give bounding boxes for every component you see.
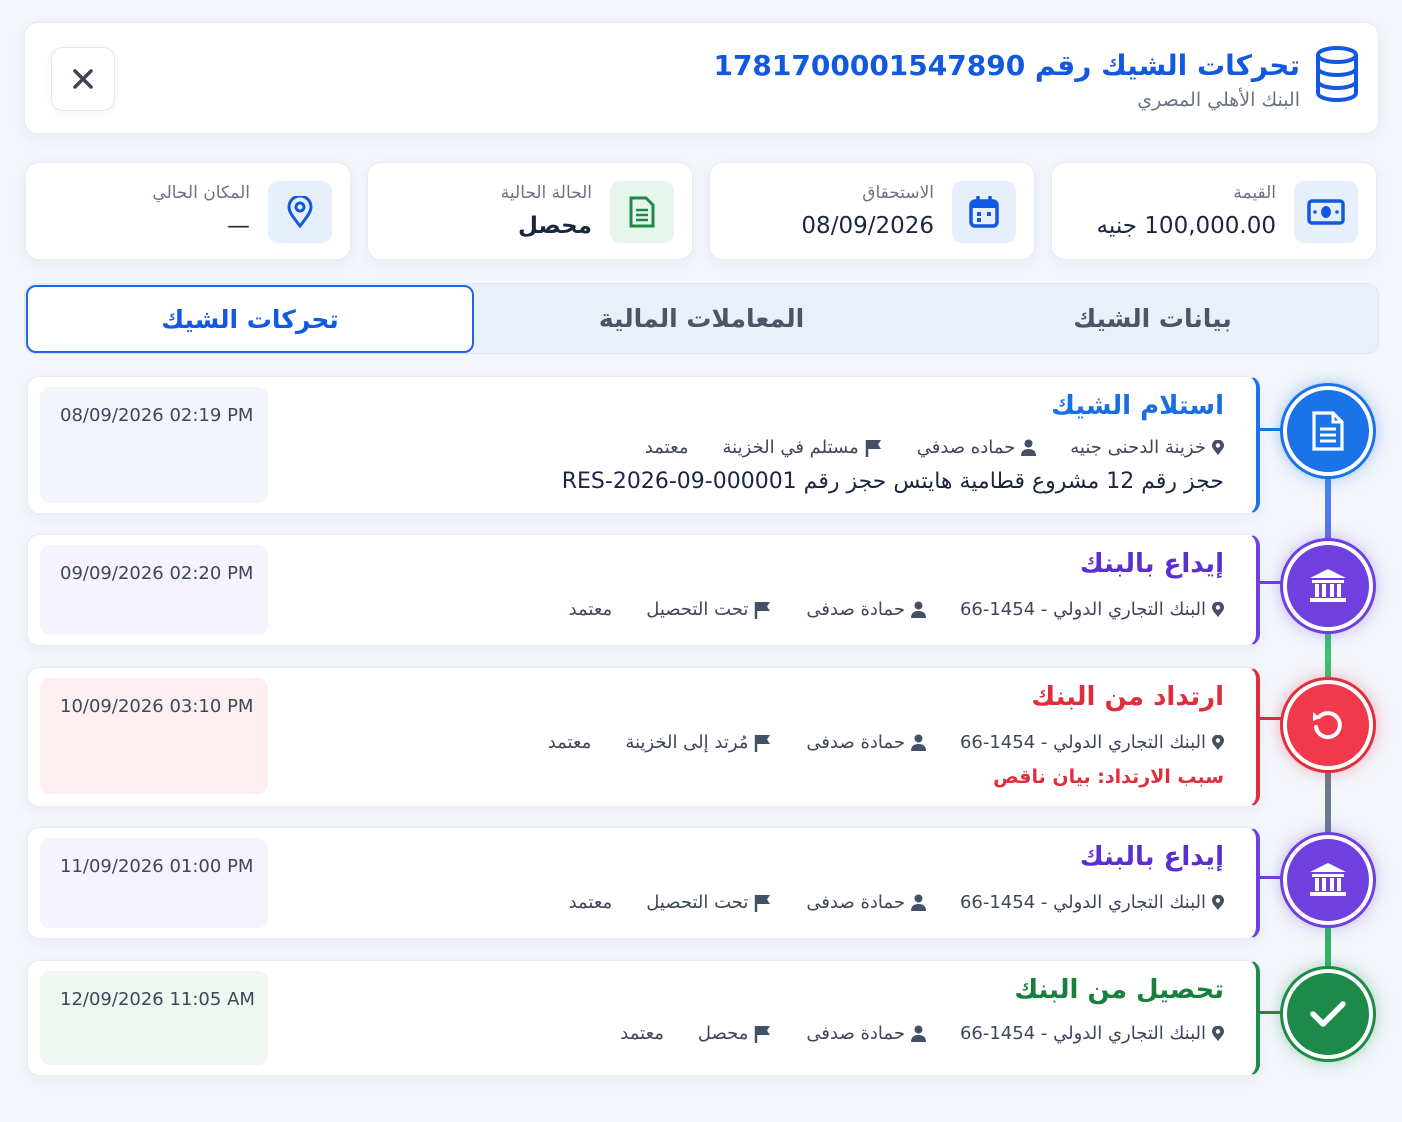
stat-value: 100,000.00 جنيه: [1096, 213, 1276, 239]
event-user: حمادة صدفى: [806, 1023, 926, 1044]
stat-card-status: الحالة الحالية محصل: [367, 162, 693, 260]
timeline-event-bounce[interactable]: 10/09/2026 03:10 PM ارتداد من البنك البن…: [27, 667, 1260, 807]
stat-value: 08/09/2026: [801, 213, 934, 239]
event-note: حجز رقم 12 مشروع قطامية هايتس حجز رقم RE…: [561, 469, 1224, 494]
location-pin-icon: [1212, 601, 1224, 617]
flag-icon: [755, 1025, 771, 1043]
event-status: محصل: [698, 1023, 773, 1044]
close-icon: [73, 69, 93, 89]
timeline-node: [1283, 680, 1373, 770]
event-status: تحت التحصيل: [646, 599, 772, 620]
stat-card-due-date: الاستحقاق 08/09/2026: [709, 162, 1035, 260]
event-title: تحصيل من البنك: [1014, 975, 1224, 1005]
flag-icon: [755, 601, 771, 619]
user-icon: [910, 601, 926, 618]
close-button[interactable]: [51, 47, 115, 111]
page-title: تحركات الشيك رقم 1781700001547890: [713, 49, 1300, 82]
event-meta: البنك التجاري الدولي - 1454-66 حمادة صدف…: [514, 732, 1224, 753]
event-location: البنك التجاري الدولي - 1454-66: [960, 1023, 1224, 1044]
event-approval: معتمد: [568, 599, 613, 620]
event-user: حماده صدفي: [917, 437, 1037, 458]
stat-label: الاستحقاق: [862, 183, 934, 203]
location-pin-icon: [1212, 439, 1224, 455]
tab-financial-transactions[interactable]: المعاملات المالية: [476, 284, 927, 353]
event-title: إيداع بالبنك: [1079, 842, 1224, 872]
location-pin-icon: [1212, 894, 1224, 910]
user-icon: [1021, 439, 1037, 456]
stat-label: الحالة الحالية: [500, 183, 592, 203]
event-timestamp: 11/09/2026 01:00 PM: [40, 838, 268, 928]
timeline-event-collect[interactable]: 12/09/2026 11:05 AM تحصيل من البنك البنك…: [27, 960, 1260, 1076]
bank-icon: [1310, 863, 1346, 896]
event-approval: معتمد: [620, 1023, 664, 1044]
event-location: البنك التجاري الدولي - 1454-66: [960, 892, 1224, 913]
bounce-reason-label: سبب الارتداد:: [1097, 766, 1224, 788]
timeline-node: [1283, 835, 1373, 925]
event-meta: البنك التجاري الدولي - 1454-66 حمادة صدف…: [535, 892, 1224, 913]
location-pin-icon: [1212, 1025, 1224, 1041]
event-status: تحت التحصيل: [646, 892, 772, 913]
event-title: ارتداد من البنك: [1031, 682, 1224, 712]
timeline-node: [1283, 541, 1373, 631]
flag-icon: [865, 439, 881, 457]
event-approval: معتمد: [644, 437, 689, 458]
money-icon: [1294, 181, 1358, 243]
event-meta: البنك التجاري الدولي - 1454-66 حمادة صدف…: [586, 1023, 1224, 1044]
event-title: استلام الشيك: [1051, 391, 1224, 421]
tab-bar: بيانات الشيك المعاملات المالية تحركات ال…: [24, 283, 1379, 354]
stat-card-value: القيمة 100,000.00 جنيه: [1051, 162, 1377, 260]
user-icon: [910, 894, 926, 911]
event-timestamp: 08/09/2026 02:19 PM: [40, 387, 268, 503]
event-approval: معتمد: [547, 732, 592, 753]
flag-icon: [755, 894, 771, 912]
event-location: البنك التجاري الدولي - 1454-66: [960, 732, 1224, 753]
stat-value: محصل: [517, 213, 592, 239]
event-meta: البنك التجاري الدولي - 1454-66 حمادة صدف…: [535, 599, 1224, 620]
bank-name: البنك الأهلي المصري: [1137, 89, 1300, 111]
stat-label: القيمة: [1233, 183, 1276, 203]
flag-icon: [755, 734, 771, 752]
tab-cheque-data[interactable]: بيانات الشيك: [927, 284, 1378, 353]
tab-cheque-movements[interactable]: تحركات الشيك: [26, 285, 474, 353]
bounce-reason: سبب الارتداد: بيان ناقص: [993, 766, 1224, 788]
event-user: حمادة صدفى: [806, 599, 926, 620]
user-icon: [910, 1025, 926, 1042]
bounce-reason-value: بيان ناقص: [993, 766, 1091, 788]
calendar-icon: [952, 181, 1016, 243]
stat-label: المكان الحالي: [152, 183, 250, 203]
stat-card-location: المكان الحالي —: [25, 162, 351, 260]
event-timestamp: 09/09/2026 02:20 PM: [40, 545, 268, 635]
timeline-event-deposit[interactable]: 09/09/2026 02:20 PM إيداع بالبنك البنك ا…: [27, 534, 1260, 646]
location-pin-icon: [268, 181, 332, 243]
event-status: مستلم في الخزينة: [722, 437, 882, 458]
event-location: البنك التجاري الدولي - 1454-66: [960, 599, 1224, 620]
event-title: إيداع بالبنك: [1079, 549, 1224, 579]
page-header: تحركات الشيك رقم 1781700001547890 البنك …: [24, 22, 1379, 134]
timeline-node: [1283, 386, 1373, 476]
document-icon: [1312, 411, 1344, 451]
database-icon: [1316, 46, 1358, 103]
event-user: حمادة صدفى: [806, 732, 926, 753]
timeline-event-deposit[interactable]: 11/09/2026 01:00 PM إيداع بالبنك البنك ا…: [27, 827, 1260, 939]
event-user: حمادة صدفى: [806, 892, 926, 913]
bank-icon: [1310, 569, 1346, 602]
undo-icon: [1313, 711, 1342, 740]
user-icon: [910, 734, 926, 751]
timeline-event-receive[interactable]: 08/09/2026 02:19 PM استلام الشيك خزينة ا…: [27, 376, 1260, 514]
event-meta: خزينة الدحنى جنيه حماده صدفي مستلم في ال…: [611, 437, 1224, 458]
event-approval: معتمد: [568, 892, 613, 913]
event-location: خزينة الدحنى جنيه: [1070, 437, 1224, 458]
stat-value: —: [227, 213, 250, 239]
event-timestamp: 12/09/2026 11:05 AM: [40, 971, 268, 1065]
event-timestamp: 10/09/2026 03:10 PM: [40, 678, 268, 794]
timeline-node: [1283, 969, 1373, 1059]
event-status: مُرتد إلى الخزينة: [625, 732, 772, 753]
check-icon: [1310, 1001, 1346, 1027]
location-pin-icon: [1212, 734, 1224, 750]
document-icon: [610, 181, 674, 243]
